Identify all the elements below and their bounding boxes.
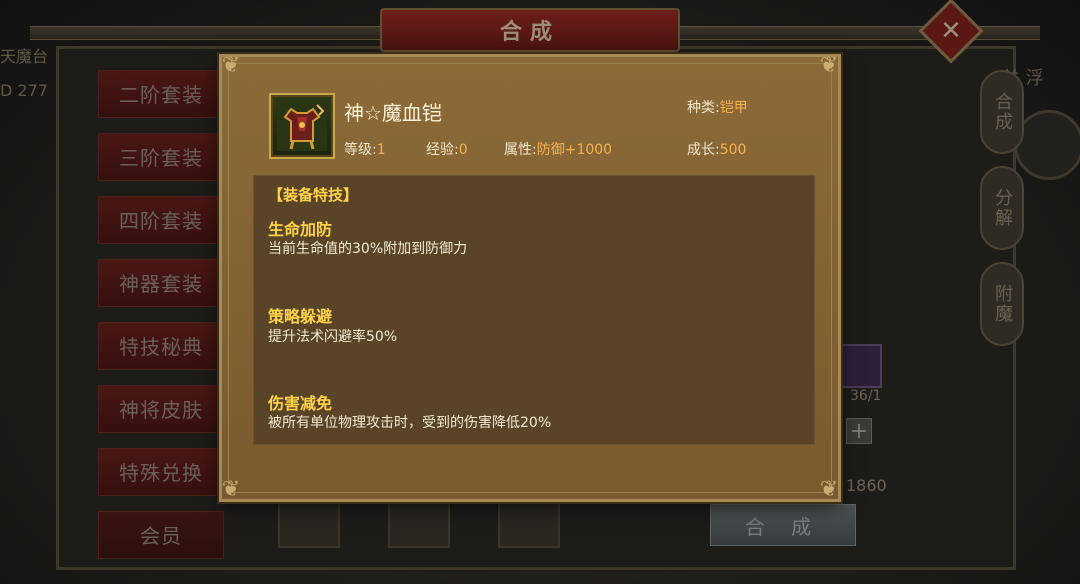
corner-ornament-icon: ❦ bbox=[221, 477, 241, 502]
item-name: 神☆魔血铠 bbox=[344, 101, 442, 125]
skill-name: 伤害减免 bbox=[268, 394, 333, 413]
tab-decompose[interactable]: 分解 bbox=[980, 166, 1024, 250]
item-attribute: 属性:防御+1000 bbox=[504, 139, 612, 159]
close-icon[interactable]: ✕ bbox=[928, 8, 974, 54]
equipment-slot[interactable] bbox=[388, 494, 450, 548]
right-tabs: 合成 分解 附魔 bbox=[980, 70, 1024, 358]
add-button[interactable]: + bbox=[846, 418, 872, 444]
level-value: 1 bbox=[376, 142, 386, 158]
side-menu-item-special-exchange[interactable]: 特殊兑换 bbox=[98, 448, 224, 496]
skill-name: 策略躲避 bbox=[268, 307, 333, 326]
exp-label: 经验: bbox=[426, 142, 459, 158]
background-left-line-1: 天魔台 bbox=[0, 47, 49, 66]
side-menu: 二阶套装 三阶套装 四阶套装 神器套装 特技秘典 神将皮肤 特殊兑换 会员 bbox=[98, 70, 224, 574]
skill-description: 当前生命值的30%附加到防御力 bbox=[268, 241, 468, 257]
side-menu-item-general-skin[interactable]: 神将皮肤 bbox=[98, 385, 224, 433]
armor-icon bbox=[269, 93, 335, 159]
tab-enchant[interactable]: 附魔 bbox=[980, 262, 1024, 346]
kind-value: 铠甲 bbox=[719, 100, 748, 116]
item-exp: 经验:0 bbox=[426, 139, 468, 159]
corner-ornament-icon: ❦ bbox=[819, 477, 839, 502]
side-menu-item-tier2-set[interactable]: 二阶套装 bbox=[98, 70, 224, 118]
background-left-text: 天魔台 D 277 bbox=[0, 40, 48, 108]
level-label: 等级: bbox=[344, 142, 377, 158]
exp-value: 0 bbox=[458, 142, 468, 158]
skill-description: 提升法术闪避率50% bbox=[268, 329, 398, 345]
item-detail-dialog: ❦ ❦ ❦ ❦ 神☆魔血铠 种类:铠甲 等级:1 经验:0 属性:防御+1000… bbox=[219, 53, 841, 502]
skill-name: 生命加防 bbox=[268, 220, 333, 239]
item-growth: 成长:500 bbox=[687, 139, 746, 159]
skill-description: 被所有单位物理攻击时，受到的伤害降低20% bbox=[268, 415, 552, 431]
corner-ornament-icon: ❦ bbox=[221, 53, 241, 78]
item-kind: 种类:铠甲 bbox=[687, 97, 748, 117]
window-title: 合成 bbox=[380, 8, 680, 52]
attr-label: 属性: bbox=[504, 142, 537, 158]
item-level: 等级:1 bbox=[344, 139, 386, 159]
growth-label: 成长: bbox=[687, 142, 720, 158]
attr-value: 防御+1000 bbox=[536, 142, 613, 158]
corner-ornament-icon: ❦ bbox=[819, 53, 839, 78]
skills-title: 【装备特技】 bbox=[268, 186, 359, 204]
armor-art bbox=[277, 101, 327, 151]
equipment-slot[interactable] bbox=[498, 494, 560, 548]
side-menu-item-tier4-set[interactable]: 四阶套装 bbox=[98, 196, 224, 244]
kind-label: 种类: bbox=[687, 100, 720, 116]
equipment-slot[interactable] bbox=[278, 494, 340, 548]
tab-merge[interactable]: 合成 bbox=[980, 70, 1024, 154]
cost-value: 1860 bbox=[846, 476, 887, 495]
growth-value: 500 bbox=[719, 142, 747, 158]
material-slot[interactable] bbox=[838, 344, 882, 388]
side-menu-item-skill-book[interactable]: 特技秘典 bbox=[98, 322, 224, 370]
equipment-skills-panel: 【装备特技】 生命加防 当前生命值的30%附加到防御力 策略躲避 提升法术闪避率… bbox=[253, 175, 815, 445]
background-left-line-2: D 277 bbox=[0, 81, 48, 100]
side-menu-item-tier3-set[interactable]: 三阶套装 bbox=[98, 133, 224, 181]
side-menu-item-member[interactable]: 会员 bbox=[98, 511, 224, 559]
side-menu-item-artifact-set[interactable]: 神器套装 bbox=[98, 259, 224, 307]
material-count: 36/1 bbox=[850, 388, 882, 404]
merge-button[interactable]: 合 成 bbox=[710, 504, 856, 546]
